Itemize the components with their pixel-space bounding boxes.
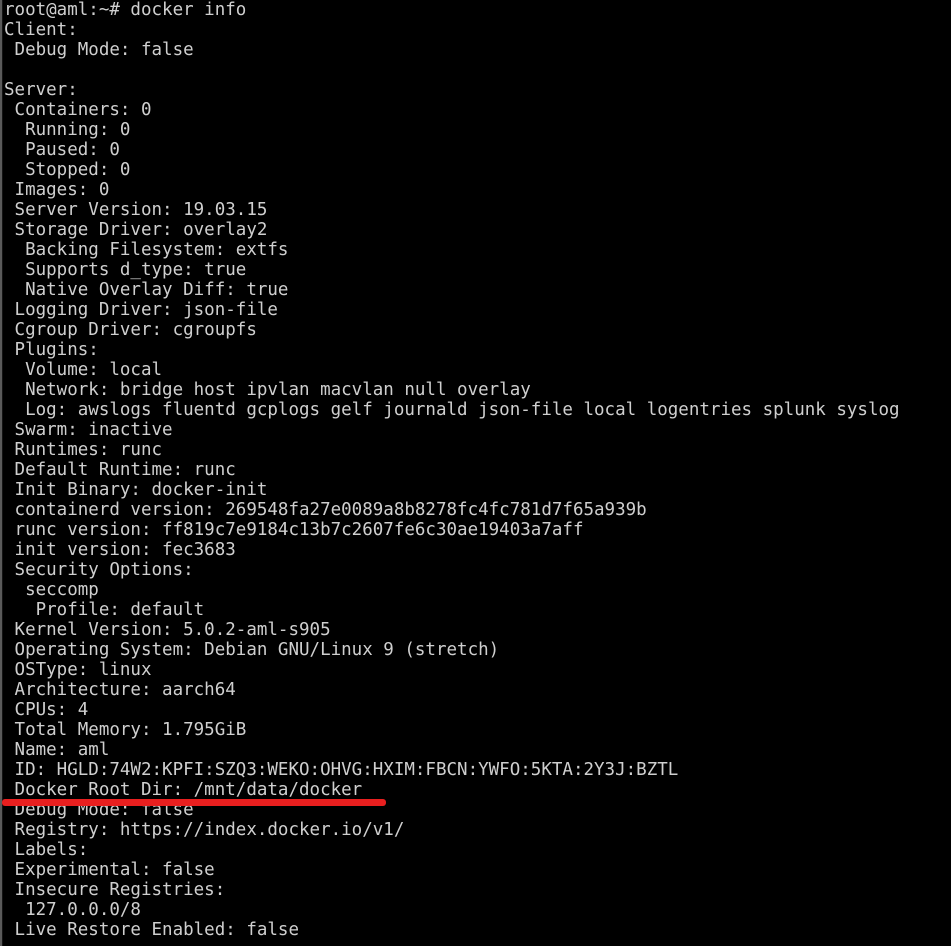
terminal-line: Architecture: aarch64 [4, 680, 236, 700]
terminal-line: Init Binary: docker-init [4, 480, 268, 500]
terminal-line: root@aml:~# docker info [4, 0, 247, 20]
terminal-line: Running: 0 [4, 120, 131, 140]
terminal-line: Logging Driver: json-file [4, 300, 278, 320]
terminal-line: Labels: [4, 840, 89, 860]
terminal-line: containerd version: 269548fa27e0089a8b82… [4, 500, 647, 520]
terminal-line: 127.0.0.0/8 [4, 900, 141, 920]
terminal-line: Network: bridge host ipvlan macvlan null… [4, 380, 531, 400]
terminal-line: Total Memory: 1.795GiB [4, 720, 247, 740]
terminal-line: Paused: 0 [4, 140, 120, 160]
terminal-line: Swarm: inactive [4, 420, 173, 440]
terminal-line: Docker Root Dir: /mnt/data/docker [4, 780, 363, 800]
terminal-line: Server: [4, 80, 78, 100]
terminal-line: Containers: 0 [4, 100, 152, 120]
terminal-line: Insecure Registries: [4, 880, 226, 900]
terminal-line: Plugins: [4, 340, 99, 360]
terminal-line: Server Version: 19.03.15 [4, 200, 268, 220]
terminal-line: Default Runtime: runc [4, 460, 236, 480]
terminal-line: Images: 0 [4, 180, 110, 200]
terminal-line: Experimental: false [4, 860, 215, 880]
terminal-line: OSType: linux [4, 660, 152, 680]
terminal-line: CPUs: 4 [4, 700, 89, 720]
terminal-line: Volume: local [4, 360, 163, 380]
terminal-line: Storage Driver: overlay2 [4, 220, 268, 240]
terminal-line: Kernel Version: 5.0.2-aml-s905 [4, 620, 331, 640]
terminal-line: Debug Mode: false [4, 40, 194, 60]
terminal-line: Client: [4, 20, 78, 40]
terminal-line: Profile: default [4, 600, 205, 620]
terminal-line: Log: awslogs fluentd gcplogs gelf journa… [4, 400, 900, 420]
terminal-line: Operating System: Debian GNU/Linux 9 (st… [4, 640, 500, 660]
terminal-line: Security Options: [4, 560, 194, 580]
terminal-line: Stopped: 0 [4, 160, 131, 180]
terminal-line: Cgroup Driver: cgroupfs [4, 320, 257, 340]
terminal-line: Native Overlay Diff: true [4, 280, 289, 300]
terminal-window[interactable]: root@aml:~# docker info Client: Debug Mod… [0, 0, 951, 946]
terminal-line: runc version: ff819c7e9184c13b7c2607fe6c… [4, 520, 584, 540]
terminal-line: Supports d_type: true [4, 260, 247, 280]
terminal-line: Backing Filesystem: extfs [4, 240, 289, 260]
terminal-line: Runtimes: runc [4, 440, 163, 460]
terminal-line: init version: fec3683 [4, 540, 236, 560]
terminal-line: seccomp [4, 580, 99, 600]
terminal-line: Registry: https://index.docker.io/v1/ [4, 820, 405, 840]
terminal-line: ID: HGLD:74W2:KPFI:SZQ3:WEKO:OHVG:HXIM:F… [4, 760, 679, 780]
terminal-line: Live Restore Enabled: false [4, 920, 300, 940]
red-underline-annotation [2, 799, 386, 806]
terminal-line: Name: aml [4, 740, 110, 760]
